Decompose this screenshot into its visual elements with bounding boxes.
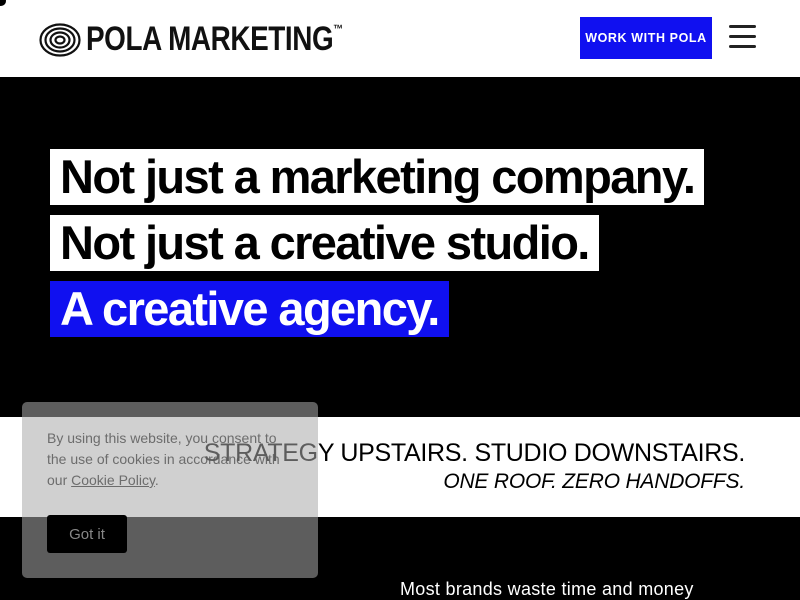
tagline-secondary: ONE ROOF. ZERO HANDOFFS.	[443, 470, 745, 493]
cookie-message: By using this website, you consent to th…	[47, 428, 297, 491]
hero-headline-2: Not just a creative studio.	[50, 215, 599, 271]
got-it-button[interactable]: Got it	[47, 515, 127, 553]
hamburger-line	[729, 45, 756, 48]
work-with-pola-button[interactable]: WORK WITH POLA	[580, 17, 712, 59]
hamburger-icon[interactable]	[729, 25, 756, 50]
hamburger-line	[729, 35, 756, 38]
logo-wordmark: POLA MARKETING™	[86, 20, 343, 59]
cookie-consent-banner: By using this website, you consent to th…	[22, 402, 318, 578]
logo-icon	[39, 22, 81, 57]
cookie-policy-link[interactable]: Cookie Policy	[71, 472, 155, 488]
hero-headline-1: Not just a marketing company.	[50, 149, 705, 205]
hero-section: Not just a marketing company. Not just a…	[0, 77, 800, 417]
corner-dot	[0, 0, 6, 6]
trademark-symbol: ™	[333, 22, 343, 36]
logo[interactable]: POLA MARKETING™	[39, 20, 399, 59]
logo-text: POLA MARKETING	[86, 20, 334, 58]
site-header: POLA MARKETING™ WORK WITH POLA	[0, 0, 800, 77]
cookie-message-end: .	[154, 472, 159, 488]
hero-headline-3: A creative agency.	[50, 281, 449, 337]
intro-text: Most brands waste time and money	[400, 579, 694, 599]
hamburger-line	[729, 25, 756, 28]
